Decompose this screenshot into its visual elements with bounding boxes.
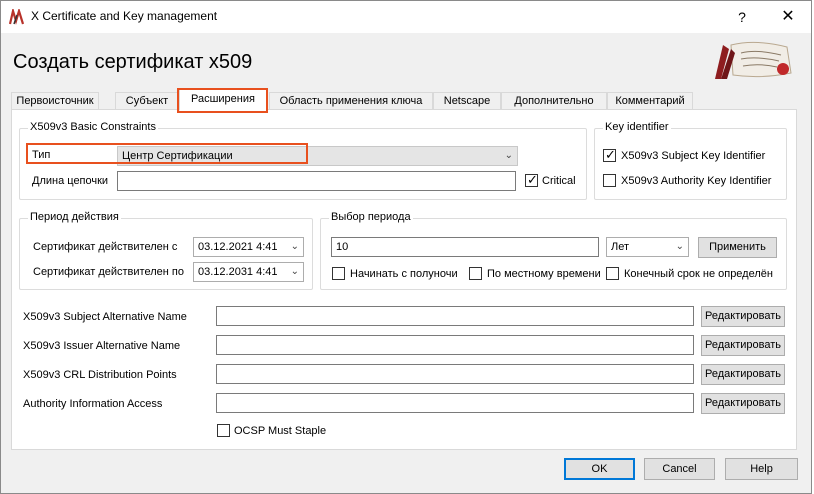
dialog-window: X Certificate and Key management ? ✕ Соз…: [0, 0, 812, 494]
key-identifier-title: Key identifier: [603, 121, 671, 133]
ok-button[interactable]: OK: [564, 458, 635, 480]
valid-from-datetime[interactable]: 03.12.2021 4:41 ⌄: [193, 237, 304, 257]
validity-title: Период действия: [28, 211, 121, 223]
valid-to-datetime[interactable]: 03.12.2031 4:41 ⌄: [193, 262, 304, 282]
valid-to-value: 03.12.2031 4:41: [198, 266, 278, 278]
ian-edit-button[interactable]: Редактировать: [701, 335, 785, 356]
key-identifier-group: Key identifier ✓ X509v3 Subject Key Iden…: [594, 121, 787, 200]
dialog-title: Создать сертификат x509: [13, 51, 253, 73]
valid-to-label: Сертификат действителен по: [33, 266, 184, 278]
title-bar: X Certificate and Key management ? ✕: [1, 1, 811, 33]
no-expiry-checkbox[interactable]: [606, 267, 619, 280]
local-time-label: По местному времени: [487, 268, 601, 280]
critical-label: Critical: [542, 175, 576, 187]
chevron-down-icon: ⌄: [290, 266, 299, 277]
checkmark-icon: ✓: [605, 147, 616, 162]
crl-input[interactable]: [216, 364, 694, 384]
help-title-button[interactable]: ?: [719, 1, 765, 33]
midnight-checkbox[interactable]: [332, 267, 345, 280]
basic-constraints-title: X509v3 Basic Constraints: [28, 121, 158, 133]
midnight-label: Начинать с полуночи: [350, 268, 458, 280]
crl-edit-button[interactable]: Редактировать: [701, 364, 785, 385]
chevron-down-icon: ⌄: [675, 241, 684, 252]
type-select-value: Центр Сертификации: [122, 150, 233, 162]
ocsp-must-staple-label: OCSP Must Staple: [234, 425, 327, 437]
close-button[interactable]: ✕: [765, 1, 811, 33]
window-title: X Certificate and Key management: [31, 9, 218, 23]
ocsp-must-staple-checkbox[interactable]: [217, 424, 230, 437]
basic-constraints-group: X509v3 Basic Constraints Тип Центр Серти…: [19, 121, 587, 200]
period-unit-value: Лет: [611, 241, 630, 253]
period-unit-select[interactable]: Лет ⌄: [606, 237, 689, 257]
no-expiry-label: Конечный срок не определён: [624, 268, 773, 280]
ian-input[interactable]: [216, 335, 694, 355]
tab-extensions[interactable]: Расширения: [179, 88, 267, 111]
path-length-input[interactable]: [117, 171, 516, 191]
period-group: Выбор периода 10 Лет ⌄ Применить Начинат…: [320, 211, 787, 290]
checkmark-icon: ✓: [527, 172, 538, 187]
ian-label: X509v3 Issuer Alternative Name: [23, 340, 181, 352]
extensions-panel: X509v3 Basic Constraints Тип Центр Серти…: [11, 109, 797, 450]
valid-from-label: Сертификат действителен с: [33, 241, 178, 253]
certificate-seal-logo: [715, 41, 792, 79]
aia-edit-button[interactable]: Редактировать: [701, 393, 785, 414]
crl-label: X509v3 CRL Distribution Points: [23, 369, 177, 381]
san-edit-button[interactable]: Редактировать: [701, 306, 785, 327]
period-amount-input[interactable]: 10: [331, 237, 599, 257]
period-title: Выбор периода: [329, 211, 413, 223]
san-input[interactable]: [216, 306, 694, 326]
san-label: X509v3 Subject Alternative Name: [23, 311, 187, 323]
aia-input[interactable]: [216, 393, 694, 413]
authority-key-id-checkbox[interactable]: [603, 174, 616, 187]
help-button[interactable]: Help: [725, 458, 798, 480]
aia-label: Authority Information Access: [23, 398, 163, 410]
authority-key-id-label: X509v3 Authority Key Identifier: [621, 175, 772, 187]
valid-from-value: 03.12.2021 4:41: [198, 241, 278, 253]
subject-key-id-checkbox[interactable]: ✓: [603, 147, 616, 162]
chevron-down-icon: ⌄: [504, 150, 513, 161]
validity-group: Период действия Сертификат действителен …: [19, 211, 313, 290]
subject-key-id-label: X509v3 Subject Key Identifier: [621, 150, 766, 162]
type-label: Тип: [32, 149, 51, 161]
critical-checkbox[interactable]: ✓: [525, 172, 538, 187]
type-select[interactable]: Центр Сертификации ⌄: [117, 146, 518, 166]
chevron-down-icon: ⌄: [290, 241, 299, 252]
xca-app-icon: [9, 9, 25, 25]
cancel-button[interactable]: Cancel: [644, 458, 715, 480]
path-length-label: Длина цепочки: [32, 175, 109, 187]
local-time-checkbox[interactable]: [469, 267, 482, 280]
apply-period-button[interactable]: Применить: [698, 237, 777, 258]
